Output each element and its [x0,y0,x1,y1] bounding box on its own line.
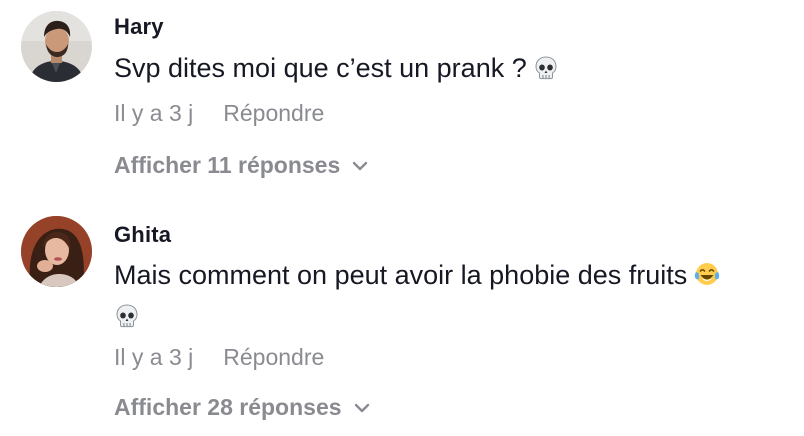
comment-timestamp: Il y a 3 j [114,100,194,126]
reply-button[interactable]: Répondre [223,344,324,370]
comment-text: Mais comment on peut avoir la phobie des… [114,256,790,340]
view-replies-button[interactable]: Afficher 28 réponses [114,392,370,421]
chevron-down-icon [352,150,368,177]
comment-text: Svp dites moi que c’est un prank ? [114,49,790,92]
avatar[interactable] [21,11,92,82]
reply-button[interactable]: Répondre [223,100,324,126]
skull-icon [114,301,790,340]
chevron-down-icon [354,392,370,419]
avatar[interactable] [21,216,92,287]
comment-username[interactable]: Ghita [114,222,171,248]
comment-text-content: Mais comment on peut avoir la phobie des… [114,260,688,290]
view-replies-label: Afficher 11 réponses [114,152,341,178]
skull-icon [533,53,559,92]
tears-of-joy-icon [693,260,721,299]
comment-username[interactable]: Hary [114,14,164,40]
comment-timestamp: Il y a 3 j [114,344,194,370]
view-replies-label: Afficher 28 réponses [114,394,342,420]
comment-meta: Il y a 3 j Répondre [114,344,324,371]
comment-meta: Il y a 3 j Répondre [114,100,324,127]
view-replies-button[interactable]: Afficher 11 réponses [114,150,368,179]
comment-text-content: Svp dites moi que c’est un prank ? [114,53,527,83]
